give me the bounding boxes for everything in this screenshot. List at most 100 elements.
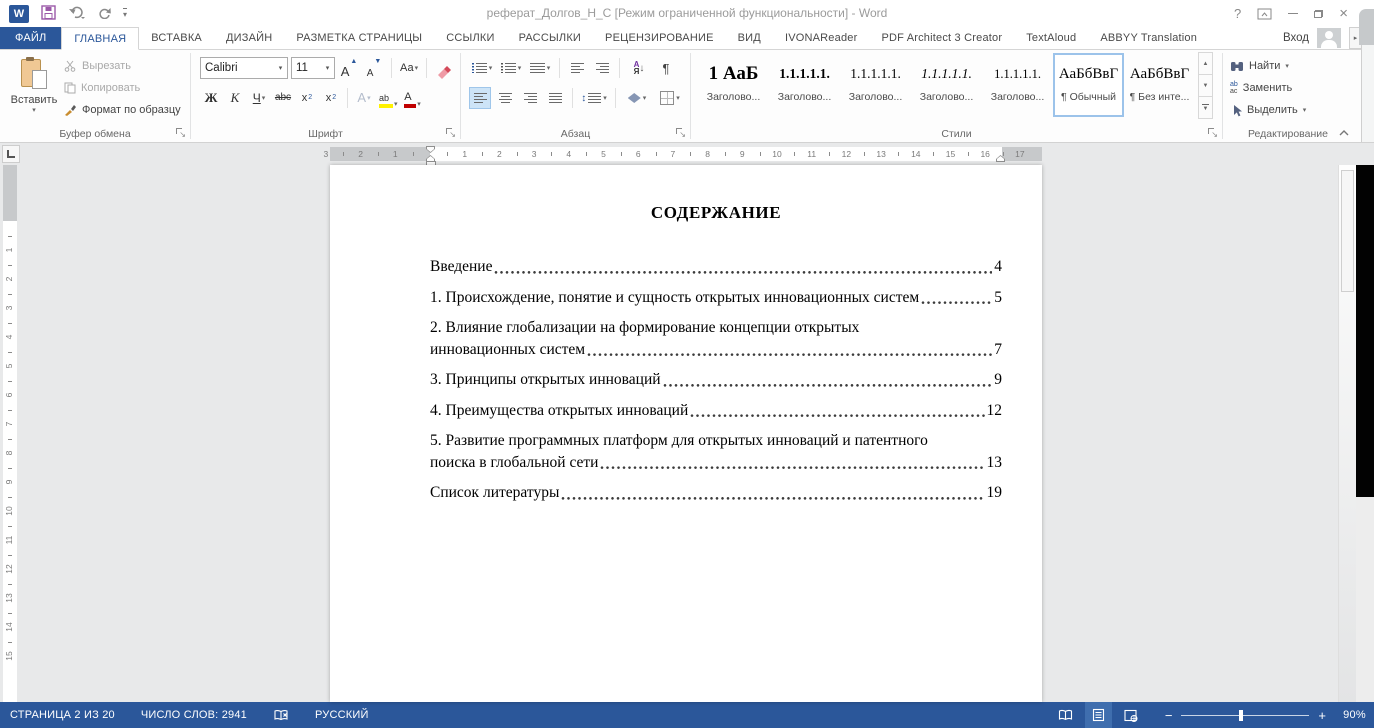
toc-entry[interactable]: 5. Развитие программных платформ для отк… <box>430 430 1002 473</box>
undo-button[interactable] <box>68 6 85 22</box>
ribbon-tab-7[interactable]: РЕЦЕНЗИРОВАНИЕ <box>593 27 726 49</box>
document-page[interactable]: СОДЕРЖАНИЕ Введение41. Происхождение, по… <box>330 165 1042 702</box>
font-color-button[interactable]: А ▾ <box>402 87 424 108</box>
ribbon-tab-0[interactable]: ФАЙЛ <box>0 27 61 49</box>
read-mode-button[interactable] <box>1052 702 1079 728</box>
align-center-button[interactable] <box>494 87 516 109</box>
decrease-indent-button[interactable] <box>566 57 588 79</box>
vertical-scrollbar[interactable] <box>1338 165 1356 702</box>
toc-entry[interactable]: 4. Преимущества открытых инноваций12 <box>430 400 1002 422</box>
align-left-button[interactable] <box>469 87 491 109</box>
superscript-button[interactable]: x2 <box>320 87 342 108</box>
style-item[interactable]: 1.1.1.1.1.Заголово... <box>840 53 911 117</box>
toc-entry[interactable]: 2. Влияние глобализации на формирование … <box>430 317 1002 360</box>
text-effects-button[interactable]: А▾ <box>353 87 375 108</box>
collapse-ribbon-button[interactable] <box>1338 128 1350 136</box>
copy-button[interactable]: Копировать <box>64 77 140 99</box>
redo-button[interactable] <box>97 6 111 22</box>
align-right-button[interactable] <box>519 87 541 109</box>
find-button[interactable]: Найти ▾ <box>1230 55 1289 77</box>
page-indicator[interactable]: СТРАНИЦА 2 ИЗ 20 <box>10 709 115 721</box>
italic-button[interactable]: К <box>224 87 246 108</box>
bullets-button[interactable]: ▾ <box>469 57 495 79</box>
toc-entry[interactable]: Введение4 <box>430 256 1002 278</box>
line-spacing-button[interactable]: ↕▾ <box>579 87 609 109</box>
style-item[interactable]: 1.1.1.1.1.Заголово... <box>982 53 1053 117</box>
subscript-button[interactable]: x2 <box>296 87 318 108</box>
restore-button[interactable] <box>1314 10 1323 18</box>
sign-in-link[interactable]: Вход <box>1283 32 1309 44</box>
font-family-combo[interactable]: Calibri ▾ <box>200 57 288 79</box>
multilevel-list-button[interactable]: ▾ <box>527 57 553 79</box>
justify-button[interactable] <box>544 87 566 109</box>
format-painter-button[interactable]: Формат по образцу <box>64 99 181 121</box>
change-case-button[interactable]: Аа▾ <box>398 58 420 79</box>
highlight-color-button[interactable]: ab ▾ <box>377 87 400 108</box>
gallery-scroll-up-button[interactable]: ▲ <box>1198 52 1213 75</box>
clear-formatting-button[interactable] <box>433 58 455 79</box>
borders-button[interactable]: ▾ <box>655 87 685 109</box>
print-layout-button[interactable] <box>1085 702 1112 728</box>
close-button[interactable]: × <box>1339 6 1348 21</box>
ribbon-tab-12[interactable]: ABBYY Translation <box>1088 27 1209 49</box>
font-dialog-launcher[interactable]: ↘ <box>445 127 456 138</box>
toc-entry[interactable]: 3. Принципы открытых инноваций9 <box>430 369 1002 391</box>
toc-entry[interactable]: 1. Происхождение, понятие и сущность отк… <box>430 287 1002 309</box>
ribbon-tab-6[interactable]: РАССЫЛКИ <box>507 27 593 49</box>
user-avatar[interactable] <box>1317 28 1341 48</box>
scrollbar-thumb[interactable] <box>1341 170 1354 292</box>
shading-button[interactable]: ▾ <box>622 87 652 109</box>
tab-selector-button[interactable] <box>2 145 20 163</box>
show-paragraph-marks-button[interactable]: ¶ <box>655 57 677 79</box>
zoom-slider-track[interactable] <box>1181 715 1309 716</box>
increase-indent-button[interactable] <box>591 57 613 79</box>
replace-button[interactable]: abac Заменить <box>1230 77 1292 99</box>
ribbon-tab-3[interactable]: ДИЗАЙН <box>214 27 284 49</box>
select-button[interactable]: Выделить ▾ <box>1230 99 1306 121</box>
help-button[interactable]: ? <box>1234 7 1241 20</box>
clipboard-dialog-launcher[interactable]: ↘ <box>175 127 186 138</box>
word-count[interactable]: ЧИСЛО СЛОВ: 2941 <box>141 709 247 721</box>
ribbon-tab-9[interactable]: IVONAReader <box>773 27 870 49</box>
zoom-slider-thumb[interactable] <box>1239 710 1243 721</box>
style-item[interactable]: АаБбВвГ¶ Без инте... <box>1124 53 1195 117</box>
font-size-combo[interactable]: 11 ▾ <box>291 57 335 79</box>
styles-dialog-launcher[interactable]: ↘ <box>1207 127 1218 138</box>
proofing-status[interactable] <box>273 709 289 722</box>
customize-qat-button[interactable]: ▾ <box>123 8 127 19</box>
toc-entry[interactable]: Список литературы19 <box>430 482 1002 504</box>
gallery-more-button[interactable]: ▼ <box>1198 96 1213 119</box>
paragraph-dialog-launcher[interactable]: ↘ <box>675 127 686 138</box>
ribbon-tab-10[interactable]: PDF Architect 3 Creator <box>869 27 1014 49</box>
gallery-scroll-down-button[interactable]: ▼ <box>1198 74 1213 97</box>
paste-button[interactable]: Вставить ▾ <box>6 53 62 135</box>
word-logo-icon[interactable]: W <box>9 5 29 23</box>
grow-font-button[interactable]: А▲ <box>338 58 360 79</box>
sort-button[interactable]: АЯ ↓ <box>626 57 652 79</box>
zoom-level[interactable]: 90% <box>1334 709 1366 721</box>
ribbon-tab-8[interactable]: ВИД <box>726 27 773 49</box>
style-item[interactable]: АаБбВвГ¶ Обычный <box>1053 53 1124 117</box>
shrink-font-button[interactable]: А▼ <box>363 58 385 79</box>
ribbon-tab-1[interactable]: ГЛАВНАЯ <box>61 27 139 50</box>
zoom-in-plus-icon[interactable]: + <box>1318 709 1326 722</box>
ribbon-tab-5[interactable]: ССЫЛКИ <box>434 27 506 49</box>
style-item[interactable]: 1.1.1.1.1.Заголово... <box>769 53 840 117</box>
save-button[interactable] <box>41 5 56 23</box>
ribbon-tab-2[interactable]: ВСТАВКА <box>139 27 214 49</box>
ribbon-display-options-button[interactable] <box>1257 8 1272 20</box>
strikethrough-button[interactable]: abc <box>272 87 294 108</box>
zoom-out-minus-icon[interactable]: − <box>1165 709 1173 722</box>
underline-button[interactable]: Ч▾ <box>248 87 270 108</box>
bold-button[interactable]: Ж <box>200 87 222 108</box>
ribbon-tab-11[interactable]: TextAloud <box>1014 27 1088 49</box>
cut-button[interactable]: Вырезать <box>64 55 131 77</box>
web-layout-button[interactable] <box>1118 702 1145 728</box>
ribbon-tab-4[interactable]: РАЗМЕТКА СТРАНИЦЫ <box>284 27 434 49</box>
minimize-button[interactable] <box>1288 13 1298 14</box>
numbering-button[interactable]: ▾ <box>498 57 524 79</box>
style-item[interactable]: 1.1.1.1.1.Заголово... <box>911 53 982 117</box>
language-indicator[interactable]: РУССКИЙ <box>315 709 369 721</box>
zoom-slider[interactable]: − + <box>1165 709 1326 722</box>
style-item[interactable]: 1 АаБЗаголово... <box>698 53 769 117</box>
